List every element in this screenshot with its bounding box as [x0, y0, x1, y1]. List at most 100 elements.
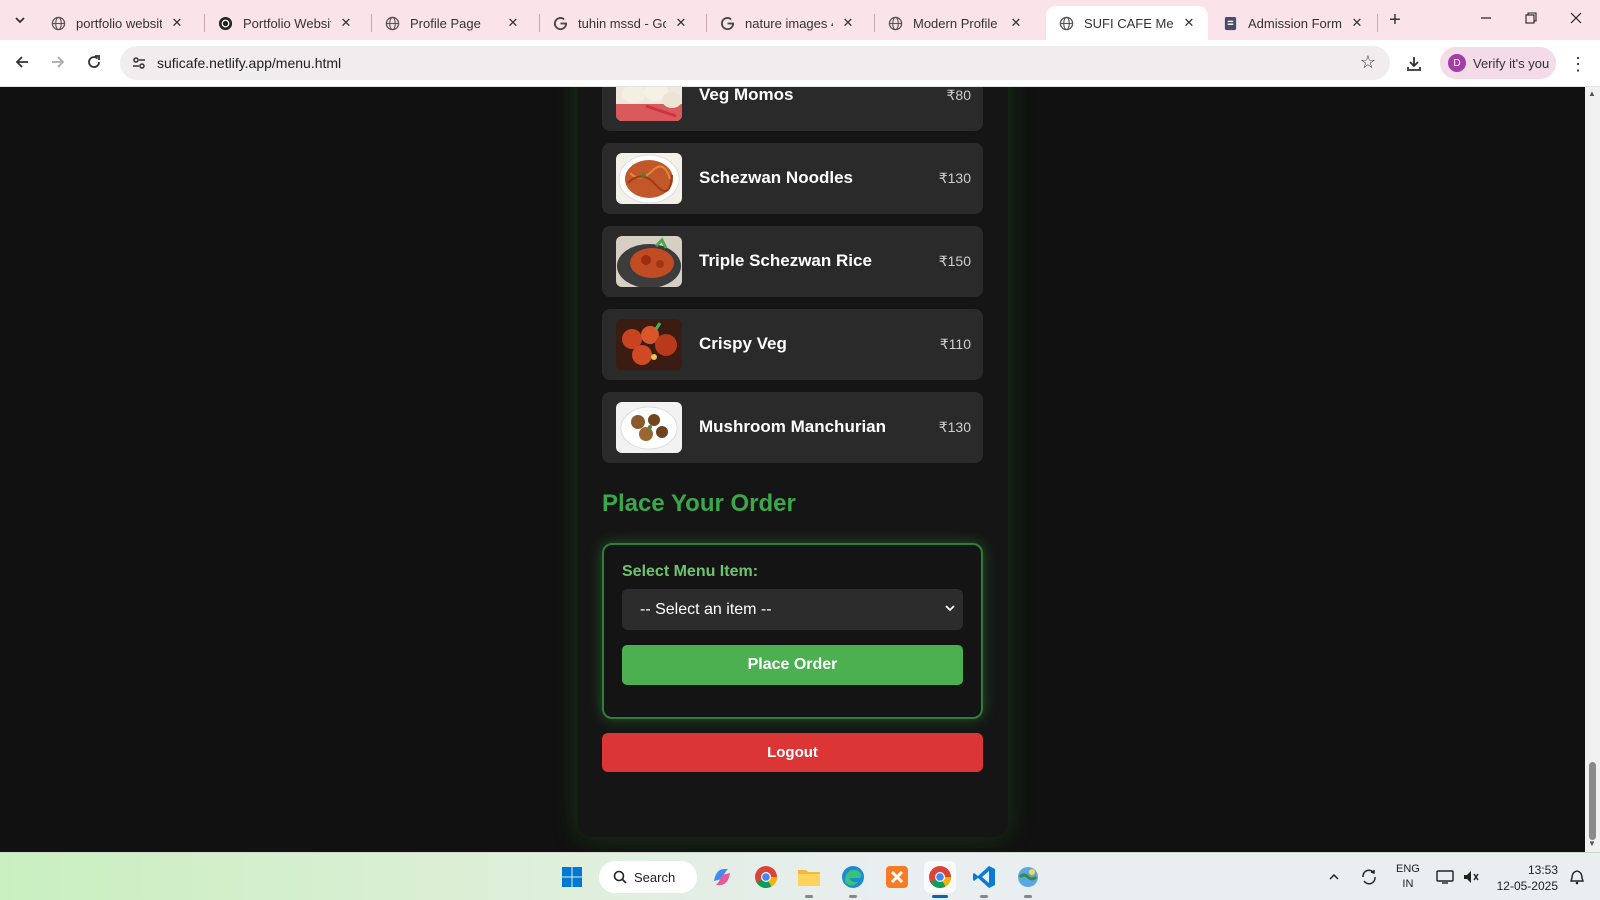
tab-separator [1377, 14, 1378, 32]
close-icon[interactable]: ✕ [337, 15, 355, 31]
tab-google-search-2[interactable]: nature images 4k ✕ [707, 6, 867, 40]
tab-modern-profile[interactable]: Modern Profile Ca ✕ [875, 6, 1035, 40]
volume-muted-icon[interactable] [1458, 861, 1484, 893]
tab-title: Portfolio Website [243, 15, 331, 31]
windows-start-icon[interactable] [556, 861, 588, 893]
chrome-icon[interactable] [750, 861, 782, 893]
window-close-icon[interactable] [1554, 6, 1598, 34]
item-price: ₹150 [938, 253, 971, 269]
taskbar-search[interactable]: Search [599, 861, 697, 893]
page-viewport: Veg Momos ₹80 Schezwan Noodles ₹130 Trip… [0, 87, 1585, 852]
openai-icon [217, 15, 233, 31]
running-indicator [980, 895, 988, 898]
language-indicator[interactable]: ENG IN [1396, 862, 1420, 892]
close-icon[interactable]: ✕ [168, 15, 186, 31]
veg-momos-photo [616, 87, 682, 121]
close-icon[interactable]: ✕ [1348, 15, 1366, 31]
profile-verify-button[interactable]: D Verify it's you [1440, 47, 1556, 79]
tab-title: portfolio website - [76, 15, 162, 31]
clock-time: 13:53 [1527, 863, 1558, 877]
document-icon [1222, 15, 1238, 31]
bookmark-star-icon[interactable]: ☆ [1360, 52, 1376, 73]
close-icon[interactable]: ✕ [504, 15, 522, 31]
menu-item-crispy-veg[interactable]: Crispy Veg ₹110 [602, 309, 983, 380]
order-form: Select Menu Item: -- Select an item -- P… [602, 543, 983, 719]
item-name: Schezwan Noodles [699, 168, 853, 187]
file-explorer-icon[interactable] [793, 861, 825, 898]
close-icon[interactable]: ✕ [1180, 15, 1198, 31]
tab-title: SUFI CAFE Menu & [1084, 15, 1174, 31]
reload-icon[interactable] [80, 50, 108, 78]
page-scrollbar[interactable]: ▲ ▼ [1585, 87, 1600, 852]
globe-icon [384, 15, 400, 31]
notification-bell-icon[interactable] [1564, 861, 1590, 893]
region-code: IN [1402, 878, 1414, 890]
minimize-icon[interactable] [1464, 6, 1508, 34]
tab-admission-form[interactable]: Admission Form ✕ [1210, 6, 1376, 40]
xampp-icon[interactable] [881, 861, 913, 893]
item-name: Triple Schezwan Rice [699, 251, 872, 270]
restore-icon[interactable] [1509, 6, 1553, 34]
item-name: Mushroom Manchurian [699, 417, 887, 436]
tab-title: Profile Page [410, 15, 481, 31]
menu-item-select[interactable]: -- Select an item -- [622, 589, 963, 630]
place-order-heading: Place Your Order [602, 490, 796, 517]
running-indicator [849, 895, 857, 898]
scrollbar-thumb[interactable] [1589, 762, 1596, 840]
show-hidden-icons-chevron-icon[interactable] [1322, 861, 1346, 893]
scroll-down-arrow-icon[interactable]: ▼ [1588, 839, 1596, 848]
address-bar[interactable]: suficafe.netlify.app/menu.html ☆ [120, 46, 1390, 80]
forward-arrow-icon[interactable] [44, 50, 72, 78]
close-icon[interactable]: ✕ [672, 15, 690, 31]
copilot-icon[interactable] [706, 861, 738, 893]
new-tab-plus-icon[interactable]: + [1383, 9, 1407, 33]
logout-button[interactable]: Logout [602, 733, 983, 772]
tab-profile-page[interactable]: Profile Page ✕ [372, 6, 532, 40]
item-name: Crispy Veg [699, 334, 787, 353]
scroll-up-arrow-icon[interactable]: ▲ [1588, 89, 1596, 98]
google-icon [719, 15, 735, 31]
edge-icon[interactable] [837, 861, 869, 898]
url-text: suficafe.netlify.app/menu.html [157, 55, 342, 71]
back-arrow-icon[interactable] [8, 50, 36, 78]
running-indicator [805, 895, 813, 898]
tab-title: nature images 4k [745, 15, 833, 31]
menu-item-schezwan-noodles[interactable]: Schezwan Noodles ₹130 [602, 143, 983, 214]
download-icon[interactable] [1400, 50, 1428, 78]
tab-google-search-1[interactable]: tuhin mssd - Goog ✕ [540, 6, 700, 40]
language-code: ENG [1396, 863, 1420, 875]
tab-portfolio-website-1[interactable]: portfolio website - ✕ [38, 6, 196, 40]
close-icon[interactable]: ✕ [1007, 15, 1025, 31]
chrome-active-icon[interactable] [924, 861, 956, 898]
place-order-button[interactable]: Place Order [622, 645, 963, 685]
search-label: Search [634, 869, 676, 885]
crispy-veg-photo [616, 319, 682, 370]
sync-icon[interactable] [1355, 861, 1383, 893]
select-value: -- Select an item -- [640, 601, 772, 618]
close-icon[interactable]: ✕ [839, 15, 857, 31]
vscode-icon[interactable] [968, 861, 1000, 898]
weather-app-icon[interactable] [1012, 861, 1044, 898]
item-price: ₹80 [946, 87, 971, 103]
select-menu-item-label: Select Menu Item: [622, 563, 759, 580]
running-indicator [932, 895, 948, 898]
menu-item-mushroom-manchurian[interactable]: Mushroom Manchurian ₹130 [602, 392, 983, 463]
tab-title: Admission Form [1248, 15, 1342, 31]
globe-icon [887, 15, 903, 31]
menu-item-veg-momos[interactable]: Veg Momos ₹80 [602, 87, 983, 131]
network-icon[interactable] [1432, 861, 1458, 893]
item-name: Veg Momos [699, 87, 794, 104]
tab-portfolio-website-2[interactable]: Portfolio Website ✕ [205, 6, 365, 40]
google-icon [552, 15, 568, 31]
menu-item-triple-schezwan-rice[interactable]: Triple Schezwan Rice ₹150 [602, 226, 983, 297]
tab-sufi-cafe-menu[interactable]: SUFI CAFE Menu & ✕ [1046, 6, 1208, 40]
avatar: D [1448, 54, 1466, 72]
site-settings-icon[interactable] [128, 52, 150, 74]
more-menu-icon[interactable]: ⋮ [1566, 50, 1590, 78]
browser-toolbar: suficafe.netlify.app/menu.html ☆ D Verif… [0, 40, 1600, 87]
search-icon [613, 870, 627, 884]
system-clock[interactable]: 13:53 12-05-2025 [1494, 862, 1558, 894]
tab-search-chevron-icon[interactable] [8, 8, 32, 32]
chevron-down-icon [945, 589, 955, 630]
profile-label: Verify it's you [1473, 55, 1550, 71]
